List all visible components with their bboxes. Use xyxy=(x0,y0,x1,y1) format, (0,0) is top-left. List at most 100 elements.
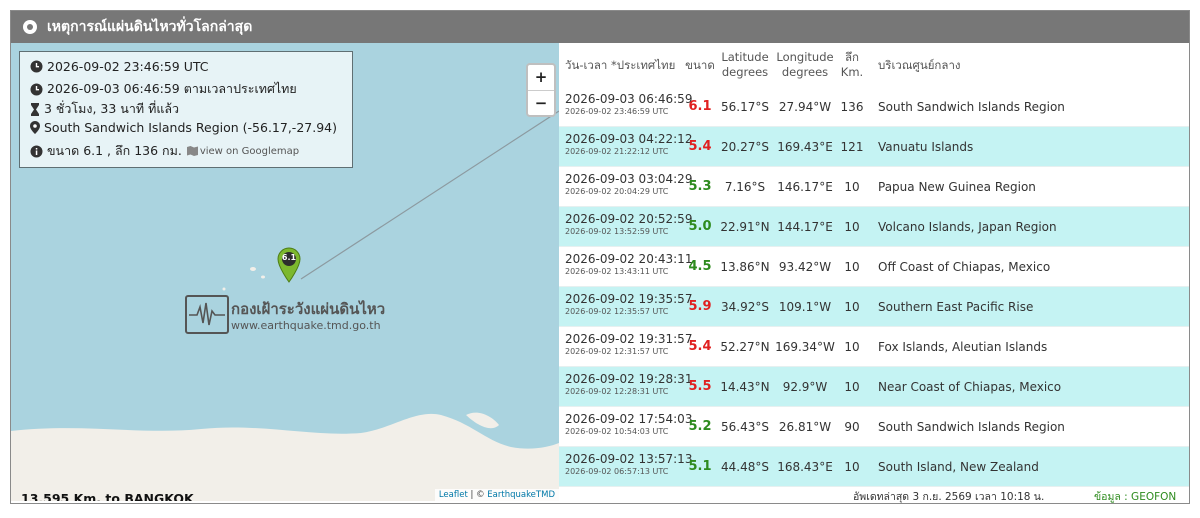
row-local-time: 2026-09-03 06:46:59 xyxy=(565,92,693,106)
table-footer: อัพเดทล่าสุด 3 ก.ย. 2569 เวลา 10:18 น. ข… xyxy=(559,486,1189,503)
table-row[interactable]: 2026-09-02 19:28:31 2026-09-02 12:28:31 U… xyxy=(559,367,1189,407)
row-magnitude: 5.0 xyxy=(688,219,712,234)
island-dot xyxy=(222,287,226,291)
row-longitude: 169.34°W xyxy=(775,339,835,354)
row-depth: 90 xyxy=(844,419,860,434)
table-header: วัน-เวลา *ประเทศไทย ขนาด Latitude degree… xyxy=(559,43,1189,87)
earthquake-marker[interactable]: 6.1 xyxy=(277,247,301,283)
table-row[interactable]: 2026-09-03 03:04:29 2026-09-02 20:04:29 U… xyxy=(559,167,1189,207)
row-region: Southern East Pacific Rise xyxy=(878,299,1034,314)
row-magnitude: 5.9 xyxy=(688,299,712,314)
marker-label: 6.1 xyxy=(281,253,297,262)
row-region: Volcano Islands, Japan Region xyxy=(878,219,1057,234)
row-latitude: 56.17°S xyxy=(721,99,769,114)
row-depth: 10 xyxy=(844,339,860,354)
leaflet-link[interactable]: Leaflet xyxy=(439,490,468,500)
header-latitude: Latitude degrees xyxy=(721,50,769,79)
row-local-time: 2026-09-02 17:54:03 xyxy=(565,412,693,426)
earthquake-panel: เหตุการณ์แผ่นดินไหวทั่วโลกล่าสุด 2026-09… xyxy=(10,10,1190,504)
row-utc-time: 2026-09-02 12:35:57 UTC xyxy=(565,307,669,316)
land-patch xyxy=(466,412,499,429)
table-row[interactable]: 2026-09-02 20:43:11 2026-09-02 13:43:11 U… xyxy=(559,247,1189,287)
island-dot xyxy=(261,275,265,279)
row-local-time: 2026-09-02 19:35:57 xyxy=(565,292,693,306)
row-region: South Island, New Zealand xyxy=(878,459,1039,474)
map-attribution: Leaflet | © EarthquakeTMD xyxy=(434,489,559,501)
info-thai-time: 2026-09-03 06:46:59 ตามเวลาประเทศไทย xyxy=(47,81,297,96)
row-longitude: 92.9°W xyxy=(782,379,828,394)
info-elapsed: 3 ชั่วโมง, 33 นาที ที่แล้ว xyxy=(44,101,180,116)
last-updated: อัพเดทล่าสุด 3 ก.ย. 2569 เวลา 10:18 น. xyxy=(853,491,1045,503)
map-view[interactable]: 2026-09-02 23:46:59 UTC 2026-09-03 06:46… xyxy=(11,43,559,501)
zoom-in-button[interactable]: + xyxy=(528,65,554,90)
zoom-control: + − xyxy=(526,63,556,117)
row-depth: 10 xyxy=(844,179,860,194)
row-utc-time: 2026-09-02 13:43:11 UTC xyxy=(565,267,669,276)
info-icon xyxy=(30,145,43,157)
clock-icon xyxy=(30,83,43,95)
row-local-time: 2026-09-03 04:22:12 xyxy=(565,132,693,146)
row-depth: 10 xyxy=(844,259,860,274)
row-magnitude: 5.4 xyxy=(688,339,712,354)
row-utc-time: 2026-09-02 20:04:29 UTC xyxy=(565,187,669,196)
row-latitude: 44.48°S xyxy=(721,459,769,474)
row-utc-time: 2026-09-02 10:54:03 UTC xyxy=(565,427,669,436)
row-latitude: 20.27°S xyxy=(721,139,769,154)
row-local-time: 2026-09-02 19:31:57 xyxy=(565,332,693,346)
row-utc-time: 2026-09-02 06:57:13 UTC xyxy=(565,467,669,476)
row-magnitude: 6.1 xyxy=(688,99,712,114)
table-row[interactable]: 2026-09-02 19:35:57 2026-09-02 12:35:57 U… xyxy=(559,287,1189,327)
earthquaketmd-link[interactable]: EarthquakeTMD xyxy=(487,490,555,500)
row-longitude: 109.1°W xyxy=(778,299,832,314)
row-magnitude: 5.1 xyxy=(688,459,712,474)
table-row[interactable]: 2026-09-02 19:31:57 2026-09-02 12:31:57 U… xyxy=(559,327,1189,367)
row-depth: 136 xyxy=(840,99,864,114)
row-local-time: 2026-09-02 13:57:13 xyxy=(565,452,693,466)
table-row[interactable]: 2026-09-02 17:54:03 2026-09-02 10:54:03 U… xyxy=(559,407,1189,447)
data-source: ข้อมูล : GEOFON xyxy=(1094,491,1177,503)
row-depth: 121 xyxy=(840,139,864,154)
row-local-time: 2026-09-02 20:43:11 xyxy=(565,252,693,266)
table-row[interactable]: 2026-09-03 04:22:12 2026-09-02 21:22:12 U… xyxy=(559,127,1189,167)
row-utc-time: 2026-09-02 23:46:59 UTC xyxy=(565,107,669,116)
row-latitude: 14.43°N xyxy=(720,379,770,394)
clock-icon xyxy=(30,60,43,73)
googlemap-link[interactable]: view on Googlemap xyxy=(200,146,299,157)
row-region: Vanuatu Islands xyxy=(878,139,974,154)
row-depth: 10 xyxy=(844,379,860,394)
zoom-out-button[interactable]: − xyxy=(528,90,554,116)
row-longitude: 169.43°E xyxy=(777,139,833,154)
row-latitude: 34.92°S xyxy=(721,299,769,314)
island-dot xyxy=(250,267,256,271)
row-depth: 10 xyxy=(844,219,860,234)
record-icon xyxy=(23,20,37,34)
row-longitude: 93.42°W xyxy=(778,259,832,274)
table-body: 2026-09-03 06:46:59 2026-09-02 23:46:59 U… xyxy=(559,87,1189,487)
table-row[interactable]: 2026-09-02 20:52:59 2026-09-02 13:52:59 U… xyxy=(559,207,1189,247)
map-icon xyxy=(186,146,198,156)
info-location: South Sandwich Islands Region (-56.17,-2… xyxy=(44,120,337,135)
row-longitude: 27.94°W xyxy=(778,99,832,114)
table-row[interactable]: 2026-09-03 06:46:59 2026-09-02 23:46:59 U… xyxy=(559,87,1189,127)
info-magnitude-depth: ขนาด 6.1 , ลึก 136 กม. xyxy=(47,143,182,158)
row-longitude: 168.43°E xyxy=(777,459,833,474)
header-depth: ลึก Km. xyxy=(840,50,864,79)
row-longitude: 144.17°E xyxy=(777,219,833,234)
row-utc-time: 2026-09-02 12:28:31 UTC xyxy=(565,387,669,396)
watermark-title: กองเฝ้าระวังแผ่นดินไหว xyxy=(231,300,386,318)
table-row[interactable]: 2026-09-02 13:57:13 2026-09-02 06:57:13 U… xyxy=(559,447,1189,487)
row-utc-time: 2026-09-02 12:31:57 UTC xyxy=(565,347,669,356)
row-region: South Sandwich Islands Region xyxy=(878,419,1065,434)
row-region: Near Coast of Chiapas, Mexico xyxy=(878,379,1062,394)
watermark-url: www.earthquake.tmd.go.th xyxy=(231,319,381,332)
row-magnitude: 5.5 xyxy=(688,379,712,394)
row-latitude: 7.16°S xyxy=(724,179,766,194)
panel-header: เหตุการณ์แผ่นดินไหวทั่วโลกล่าสุด xyxy=(11,11,1189,43)
row-magnitude: 5.4 xyxy=(688,139,712,154)
row-utc-time: 2026-09-02 21:22:12 UTC xyxy=(565,147,669,156)
attribution-separator: | © xyxy=(467,490,488,500)
row-depth: 10 xyxy=(844,299,860,314)
row-magnitude: 5.2 xyxy=(688,419,712,434)
row-region: South Sandwich Islands Region xyxy=(878,99,1065,114)
header-region: บริเวณศูนย์กลาง xyxy=(878,57,961,72)
